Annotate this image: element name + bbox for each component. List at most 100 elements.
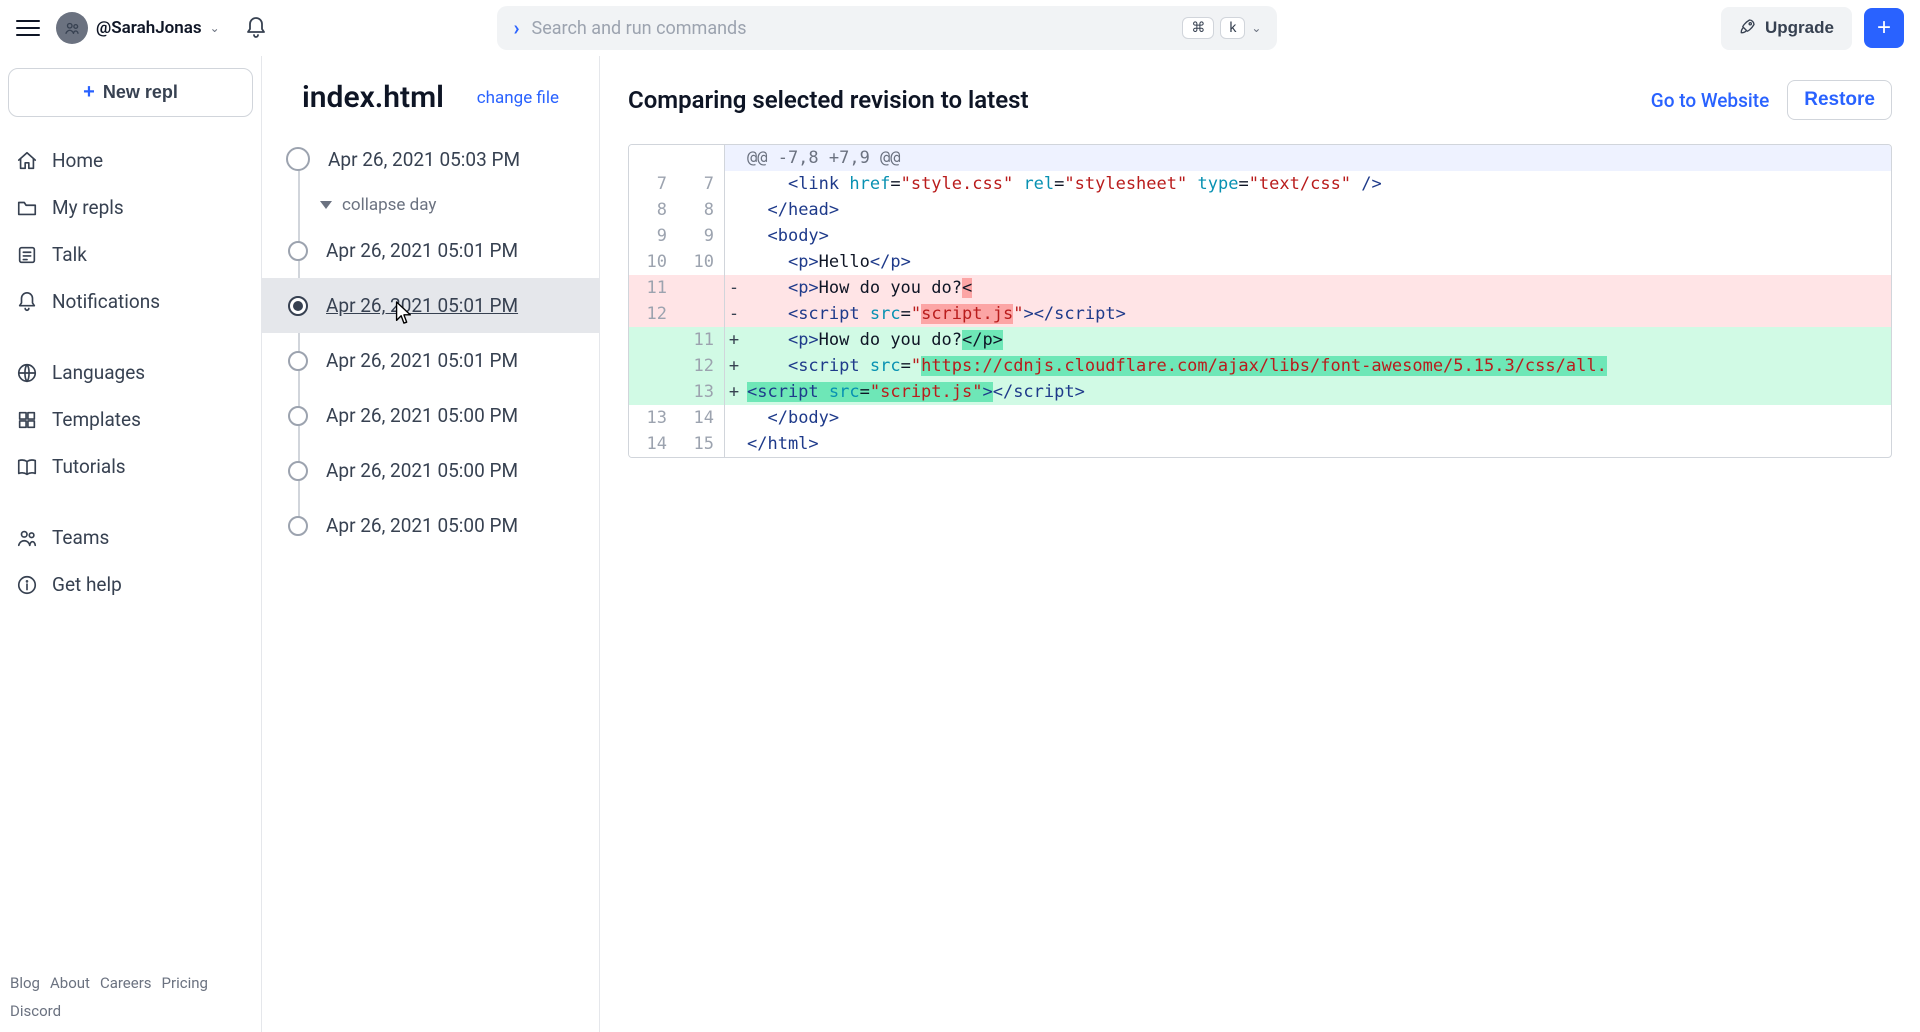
sidebar-item-languages[interactable]: Languages bbox=[0, 349, 261, 396]
revision-timestamp: Apr 26, 2021 05:01 PM bbox=[326, 349, 518, 372]
diff-line: 1314 </body> bbox=[629, 405, 1891, 431]
upgrade-button[interactable]: Upgrade bbox=[1721, 7, 1852, 50]
diff-panel: Comparing selected revision to latest Go… bbox=[600, 56, 1920, 1032]
book-icon bbox=[16, 456, 38, 478]
sidebar-item-notifications[interactable]: Notifications bbox=[0, 278, 261, 325]
old-line-number: 9 bbox=[629, 223, 677, 249]
revision-item[interactable]: Apr 26, 2021 05:00 PM bbox=[262, 498, 599, 553]
revision-timestamp: Apr 26, 2021 05:00 PM bbox=[326, 459, 518, 482]
new-line-number: 15 bbox=[677, 431, 725, 457]
diff-code: <script src="script.js"></script> bbox=[743, 301, 1891, 327]
footer-links: Blog About Careers Pricing Discord bbox=[0, 962, 261, 1032]
old-line-number: 10 bbox=[629, 249, 677, 275]
diff-sign: + bbox=[725, 353, 743, 379]
new-repl-button[interactable]: + New repl bbox=[8, 68, 253, 117]
sidebar-item-label: Home bbox=[52, 149, 103, 172]
restore-button[interactable]: Restore bbox=[1787, 80, 1892, 120]
new-line-number: 7 bbox=[677, 171, 725, 197]
new-line-number bbox=[677, 301, 725, 327]
diff-code: <p>Hello</p> bbox=[743, 249, 1891, 275]
diff-code: <script src="script.js"></script> bbox=[743, 379, 1891, 405]
footer-link-about[interactable]: About bbox=[50, 974, 90, 992]
revision-dot-icon bbox=[286, 147, 310, 171]
sidebar-item-label: Languages bbox=[52, 361, 145, 384]
history-panel: index.html change file Apr 26, 2021 05:0… bbox=[262, 56, 600, 1032]
revision-timestamp: Apr 26, 2021 05:01 PM bbox=[326, 294, 518, 317]
diff-code: </body> bbox=[743, 405, 1891, 431]
new-line-number bbox=[677, 275, 725, 301]
info-icon bbox=[16, 574, 38, 596]
diff-code: <p>How do you do?</p> bbox=[743, 327, 1891, 353]
sidebar-item-tutorials[interactable]: Tutorials bbox=[0, 443, 261, 490]
kbd-hint: ⌘ k ⌄ bbox=[1182, 17, 1261, 39]
revision-timestamp: Apr 26, 2021 05:03 PM bbox=[328, 148, 520, 171]
sidebar-item-home[interactable]: Home bbox=[0, 137, 261, 184]
diff-code: </head> bbox=[743, 197, 1891, 223]
bell-icon bbox=[16, 291, 38, 313]
revision-item[interactable]: Apr 26, 2021 05:00 PM bbox=[262, 443, 599, 498]
diff-line: 1415 </html> bbox=[629, 431, 1891, 457]
sidebar-item-get-help[interactable]: Get help bbox=[0, 561, 261, 608]
sidebar-item-label: Teams bbox=[52, 526, 109, 549]
sidebar-item-templates[interactable]: Templates bbox=[0, 396, 261, 443]
change-file-link[interactable]: change file bbox=[477, 88, 559, 108]
revision-timestamp: Apr 26, 2021 05:00 PM bbox=[326, 404, 518, 427]
sidebar-item-my-repls[interactable]: My repls bbox=[0, 184, 261, 231]
old-line-number: 7 bbox=[629, 171, 677, 197]
diff-line: 99 <body> bbox=[629, 223, 1891, 249]
hamburger-menu-icon[interactable] bbox=[16, 16, 40, 40]
footer-link-blog[interactable]: Blog bbox=[10, 974, 40, 992]
revision-item[interactable]: Apr 26, 2021 05:01 PM bbox=[262, 278, 599, 333]
globe-icon bbox=[16, 362, 38, 384]
diff-sign bbox=[725, 405, 743, 431]
diff-title: Comparing selected revision to latest bbox=[628, 86, 1029, 114]
old-line-number: 11 bbox=[629, 275, 677, 301]
new-line-number: 10 bbox=[677, 249, 725, 275]
sidebar-item-label: Talk bbox=[52, 243, 87, 266]
revision-item[interactable]: Apr 26, 2021 05:00 PM bbox=[262, 388, 599, 443]
revision-item[interactable]: Apr 26, 2021 05:01 PM bbox=[262, 333, 599, 388]
diff-sign bbox=[725, 171, 743, 197]
home-icon bbox=[16, 150, 38, 172]
notifications-icon[interactable] bbox=[244, 16, 268, 40]
sidebar-item-label: Tutorials bbox=[52, 455, 126, 478]
username-label: @SarahJonas bbox=[96, 18, 202, 38]
post-icon bbox=[16, 244, 38, 266]
revision-timestamp: Apr 26, 2021 05:00 PM bbox=[326, 514, 518, 537]
new-line-number: 12 bbox=[677, 353, 725, 379]
collapse-day-toggle[interactable]: collapse day bbox=[262, 187, 599, 223]
revision-dot-icon bbox=[288, 241, 308, 261]
old-line-number: 13 bbox=[629, 405, 677, 431]
new-line-number: 14 bbox=[677, 405, 725, 431]
diff-code: <script src="https://cdnjs.cloudflare.co… bbox=[743, 353, 1891, 379]
new-button[interactable]: + bbox=[1864, 8, 1904, 48]
old-line-number bbox=[629, 353, 677, 379]
old-line-number: 8 bbox=[629, 197, 677, 223]
user-menu[interactable]: @SarahJonas ⌄ bbox=[56, 12, 220, 44]
footer-link-careers[interactable]: Careers bbox=[100, 974, 152, 992]
new-line-number: 9 bbox=[677, 223, 725, 249]
diff-box: @@ -7,8 +7,9 @@77 <link href="style.css"… bbox=[628, 144, 1892, 458]
go-to-website-link[interactable]: Go to Website bbox=[1651, 89, 1769, 112]
footer-link-pricing[interactable]: Pricing bbox=[162, 974, 208, 992]
diff-line: 11- <p>How do you do?< bbox=[629, 275, 1891, 301]
diff-hunk-header: @@ -7,8 +7,9 @@ bbox=[629, 145, 1891, 171]
sidebar-item-label: Get help bbox=[52, 573, 122, 596]
sidebar: + New repl Home My repls Talk Notifications… bbox=[0, 56, 262, 1032]
sidebar-item-talk[interactable]: Talk bbox=[0, 231, 261, 278]
revision-dot-icon bbox=[288, 296, 308, 316]
sidebar-item-teams[interactable]: Teams bbox=[0, 514, 261, 561]
diff-line: 88 </head> bbox=[629, 197, 1891, 223]
diff-line: 77 <link href="style.css" rel="styleshee… bbox=[629, 171, 1891, 197]
command-search[interactable]: › Search and run commands ⌘ k ⌄ bbox=[497, 6, 1277, 50]
diff-line: 12- <script src="script.js"></script> bbox=[629, 301, 1891, 327]
diff-line: 11+ <p>How do you do?</p> bbox=[629, 327, 1891, 353]
diff-code: </html> bbox=[743, 431, 1891, 457]
chevron-down-icon[interactable]: ⌄ bbox=[1251, 21, 1261, 35]
footer-link-discord[interactable]: Discord bbox=[10, 1002, 61, 1020]
prompt-icon: › bbox=[513, 16, 519, 40]
revision-item[interactable]: Apr 26, 2021 05:03 PM bbox=[262, 131, 599, 187]
revision-item[interactable]: Apr 26, 2021 05:01 PM bbox=[262, 223, 599, 278]
new-line-number: 8 bbox=[677, 197, 725, 223]
grid-icon bbox=[16, 409, 38, 431]
